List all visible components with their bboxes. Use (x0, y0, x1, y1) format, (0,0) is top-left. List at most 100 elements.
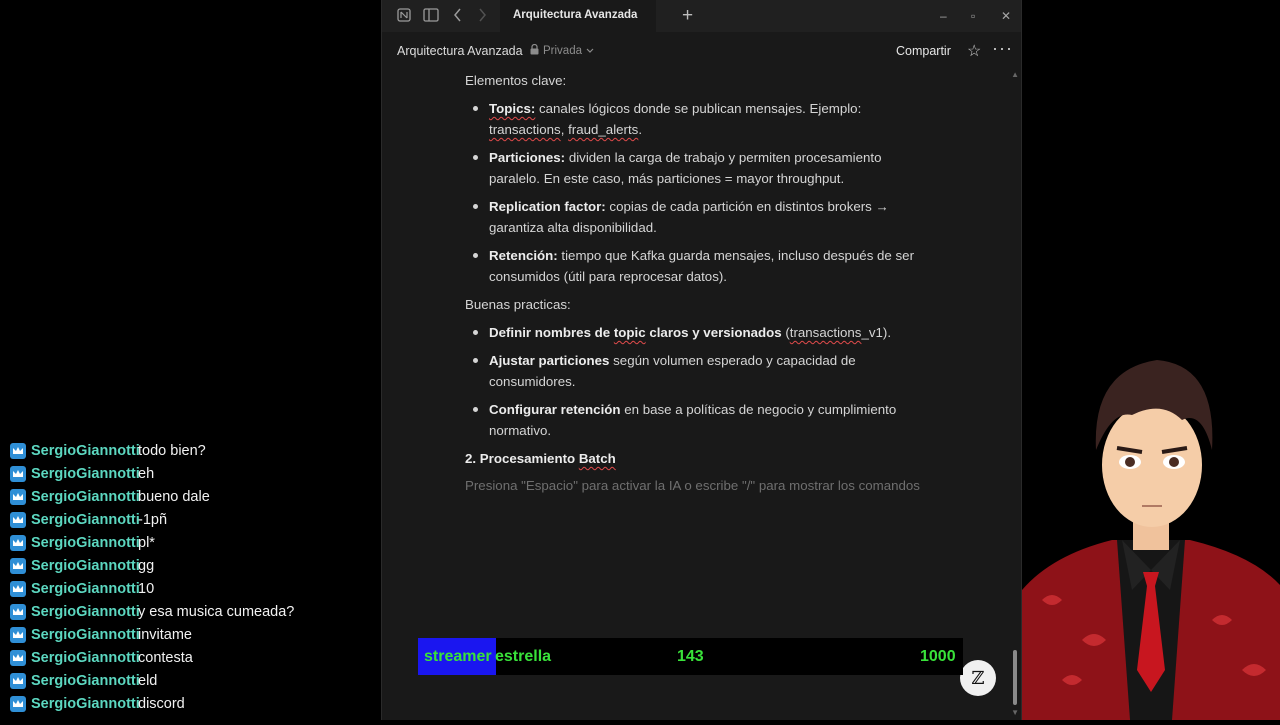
practices-list: Definir nombres de topic claros y versio… (465, 322, 935, 441)
chat-username[interactable]: SergioGiannotti (31, 535, 140, 551)
bullet-bold-term: Topics: (489, 101, 536, 116)
chat-message: SergioGiannotti eh (10, 462, 380, 485)
crown-badge-icon (10, 649, 26, 666)
counter-label-a: streamer (424, 648, 492, 665)
breadcrumb[interactable]: Arquitectura Avanzada (397, 44, 523, 58)
chat-username[interactable]: SergioGiannotti (31, 650, 140, 666)
crown-badge-icon (10, 465, 26, 482)
new-tab-icon[interactable]: + (682, 6, 693, 26)
chat-username[interactable]: SergioGiannotti (31, 443, 140, 459)
crown-badge-icon (10, 511, 26, 528)
crown-badge-icon (10, 695, 26, 712)
chat-message: SergioGiannotti eld (10, 669, 380, 692)
chat-message: SergioGiannotti discord (10, 692, 380, 715)
chat-message: SergioGiannotti contesta (10, 646, 380, 669)
chat-text: gg (138, 557, 155, 574)
notion-ai-icon: ℤ (971, 667, 985, 689)
chat-username[interactable]: SergioGiannotti (31, 489, 140, 505)
chat-overlay: SergioGiannotti todo bien? SergioGiannotti… (10, 439, 380, 715)
chat-text: 10 (138, 580, 155, 597)
minimize-icon[interactable]: – (940, 8, 947, 24)
crown-badge-icon (10, 580, 26, 597)
editor-placeholder[interactable]: Presiona "Espacio" para activar la IA o … (465, 475, 935, 496)
forward-icon[interactable] (474, 8, 490, 24)
title-bar: Arquitectura Avanzada + – ▫ ✕ (382, 0, 1021, 32)
chat-text: bueno dale (138, 488, 210, 505)
chat-message: SergioGiannotti pl* (10, 531, 380, 554)
privacy-selector[interactable]: Privada (530, 43, 594, 58)
chat-text: todo bien? (138, 442, 206, 459)
chat-username[interactable]: SergioGiannotti (31, 512, 140, 528)
key-elements-heading: Elementos clave: (465, 73, 567, 88)
maximize-icon[interactable]: ▫ (971, 8, 975, 24)
chat-message: SergioGiannotti 10 (10, 577, 380, 600)
bullet-item[interactable]: Ajustar particiones según volumen espera… (465, 350, 935, 392)
bullet-item[interactable]: Retención: tiempo que Kafka guarda mensa… (465, 245, 935, 287)
lock-icon (530, 43, 539, 58)
bullet-bold-term: Ajustar particiones (489, 353, 610, 368)
scroll-up-icon[interactable]: ▲ (1011, 70, 1019, 79)
chat-message: SergioGiannotti todo bien? (10, 439, 380, 462)
chat-username[interactable]: SergioGiannotti (31, 581, 140, 597)
follower-counter-bar: streamer estrella 143 1000 (418, 638, 963, 675)
privacy-label: Privada (543, 45, 582, 57)
bullet-item[interactable]: Configurar retención en base a políticas… (465, 399, 935, 441)
close-icon[interactable]: ✕ (1001, 8, 1011, 24)
scrollbar-thumb[interactable] (1013, 650, 1017, 705)
favorite-star-icon[interactable]: ☆ (967, 41, 981, 61)
page-header: Arquitectura Avanzada Privada Compartir … (382, 32, 1021, 70)
share-button[interactable]: Compartir (896, 44, 951, 58)
bullet-bold-term: Definir nombres de topic claros y versio… (489, 325, 782, 340)
bullet-bold-term: Configurar retención (489, 402, 621, 417)
section-heading: 2. Procesamiento Batch (465, 451, 616, 466)
chat-username[interactable]: SergioGiannotti (31, 673, 140, 689)
practices-heading: Buenas practicas: (465, 297, 571, 312)
chat-username[interactable]: SergioGiannotti (31, 604, 140, 620)
bullet-item[interactable]: Definir nombres de topic claros y versio… (465, 322, 935, 343)
bullet-bold-term: Replication factor: (489, 199, 606, 214)
bullet-bold-term: Particiones: (489, 150, 566, 165)
crown-badge-icon (10, 534, 26, 551)
tab-title: Arquitectura Avanzada (513, 9, 638, 21)
counter-current: 143 (677, 648, 704, 665)
more-options-icon[interactable]: ··· (992, 38, 1013, 59)
bullet-item[interactable]: Particiones: dividen la carga de trabajo… (465, 147, 935, 189)
crown-badge-icon (10, 626, 26, 643)
key-elements-list: Topics: canales lógicos donde se publica… (465, 98, 935, 287)
document-body[interactable]: Elementos clave: Topics: canales lógicos… (465, 70, 935, 496)
crown-badge-icon (10, 488, 26, 505)
bullet-item[interactable]: Replication factor: copias de cada parti… (465, 196, 935, 238)
crown-badge-icon (10, 672, 26, 689)
chat-text: invitame (138, 626, 192, 643)
chat-text: discord (138, 695, 185, 712)
crown-badge-icon (10, 442, 26, 459)
bullet-bold-term: Retención: (489, 248, 558, 263)
chat-message: SergioGiannotti bueno dale (10, 485, 380, 508)
back-icon[interactable] (450, 8, 466, 24)
crown-badge-icon (10, 603, 26, 620)
counter-label-b: estrella (495, 648, 552, 665)
chat-text: pl* (138, 534, 155, 551)
chat-message: SergioGiannotti gg (10, 554, 380, 577)
app-icon (396, 8, 412, 24)
chat-text: y esa musica cumeada? (138, 603, 295, 620)
sidebar-toggle-icon[interactable] (423, 8, 439, 24)
counter-goal: 1000 (920, 648, 956, 665)
chat-username[interactable]: SergioGiannotti (31, 696, 140, 712)
chat-username[interactable]: SergioGiannotti (31, 466, 140, 482)
chevron-down-icon (586, 45, 594, 57)
chat-username[interactable]: SergioGiannotti (31, 627, 140, 643)
chat-text: -1pñ (138, 511, 168, 528)
chat-message: SergioGiannotti -1pñ (10, 508, 380, 531)
chat-message: SergioGiannotti y esa musica cumeada? (10, 600, 380, 623)
bullet-item[interactable]: Topics: canales lógicos donde se publica… (465, 98, 935, 140)
notion-window: Arquitectura Avanzada + – ▫ ✕ Arquitectu… (381, 0, 1022, 720)
chat-text: contesta (138, 649, 193, 666)
tab-arquitectura[interactable]: Arquitectura Avanzada (500, 0, 656, 32)
ai-assistant-button[interactable]: ℤ (960, 660, 996, 696)
bullet-text: canales lógicos donde se publican mensaj… (489, 101, 862, 137)
crown-badge-icon (10, 557, 26, 574)
chat-username[interactable]: SergioGiannotti (31, 558, 140, 574)
scroll-down-icon[interactable]: ▼ (1011, 708, 1019, 717)
vtuber-avatar (1022, 340, 1280, 720)
